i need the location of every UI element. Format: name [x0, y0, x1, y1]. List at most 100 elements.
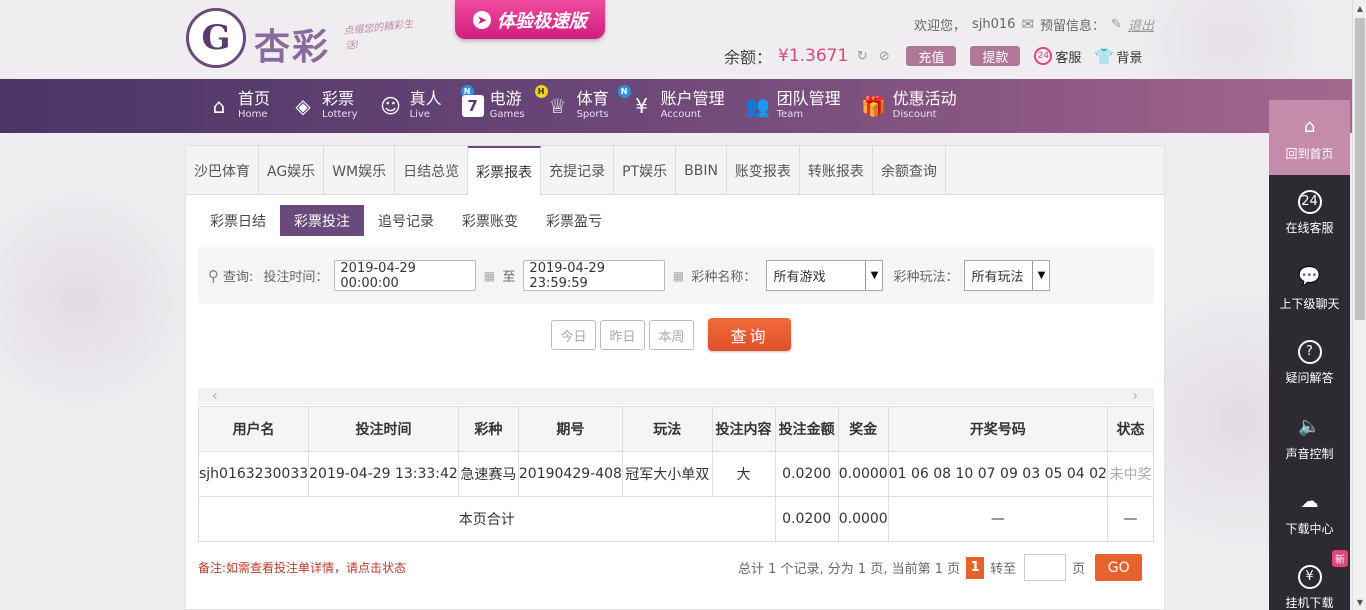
query-button[interactable]: 查询 — [708, 318, 791, 351]
tab-ag[interactable]: AG娱乐 — [259, 146, 325, 195]
mail-icon[interactable]: ✉ — [1021, 15, 1034, 33]
column-header: 玩法 — [621, 406, 713, 452]
end-time-input[interactable]: 2019-04-29 23:59:59 — [523, 260, 666, 291]
filter-bar: ⚲ 查询: 投注时间： 2019-04-29 00:00:00 ▦ 至 2019… — [198, 247, 1154, 304]
start-time-input[interactable]: 2019-04-29 00:00:00 — [334, 260, 477, 291]
nav-label: 彩票 — [322, 89, 355, 109]
lottery-ticket-icon: ◈ — [295, 94, 311, 118]
table-row: sjh0163230033 2019-04-29 13:33:42 急速赛马 2… — [197, 451, 1155, 497]
nav-games[interactable]: 7 电游 Games H — [456, 79, 548, 133]
tab-wm[interactable]: WM娱乐 — [324, 146, 396, 195]
nav-label: 团队管理 — [776, 89, 841, 109]
nav-sublabel: Sports — [576, 109, 609, 121]
report-panel: 沙巴体育 AG娱乐 WM娱乐 日结总览 彩票报表 充提记录 PT娱乐 BBIN … — [185, 145, 1165, 610]
tab-pt[interactable]: PT娱乐 — [614, 146, 677, 195]
team-icon: 👥 — [745, 94, 771, 118]
welcome-bar: 欢迎您， sjh016 ✉ 预留信息： ✎ 退出 — [914, 14, 1154, 34]
tab-saba-sports[interactable]: 沙巴体育 — [186, 146, 259, 195]
trophy-icon: ♕ — [548, 94, 567, 118]
home-icon: ⌂ — [212, 94, 226, 118]
column-header: 投注内容 — [711, 406, 776, 452]
cell-status-link[interactable]: 未中奖 — [1106, 451, 1155, 497]
chevron-right-icon[interactable]: › — [1132, 388, 1138, 405]
speed-version-button[interactable]: ➤ 体验极速版 — [455, 0, 605, 39]
tab-bbin[interactable]: BBIN — [676, 146, 727, 195]
cell-play: 冠军大小单双 — [621, 451, 713, 497]
background-link[interactable]: 👕 背景 — [1094, 47, 1142, 66]
go-button[interactable]: GO — [1095, 554, 1143, 581]
tab-account-change[interactable]: 账变报表 — [727, 146, 800, 195]
current-page-button[interactable]: 1 — [966, 556, 985, 579]
scroll-up-icon[interactable]: ▲ — [1353, 0, 1366, 16]
sidebar-item-home[interactable]: ⌂ 回到首页 — [1269, 100, 1350, 175]
query-label: 查询: — [223, 270, 254, 285]
page-number-input[interactable] — [1024, 554, 1067, 581]
sidebar-item-sound[interactable]: 🔈 声音控制 — [1269, 400, 1350, 475]
refresh-icon[interactable]: ↻ — [854, 48, 870, 64]
horizontal-scroll-strip[interactable]: ‹ › — [198, 388, 1154, 405]
search-icon: ⚲ — [208, 266, 219, 285]
nav-sublabel: Team — [776, 109, 804, 121]
yesterday-button[interactable]: 昨日 — [600, 320, 645, 350]
nav-live[interactable]: ☺ 真人 Live N — [372, 79, 474, 133]
edit-icon[interactable]: ✎ — [1111, 17, 1122, 32]
logo-text: 杏彩 — [254, 27, 331, 68]
eye-hide-icon[interactable]: ⊘ — [876, 48, 892, 64]
cell-bet-content: 大 — [711, 451, 776, 497]
game-select[interactable]: 所有游戏 ▼ — [766, 260, 884, 291]
sidebar-item-download[interactable]: ☁ 下载中心 — [1269, 475, 1350, 550]
sidebar-item-idle-download[interactable]: 新 ¥ 挂机下载 — [1269, 550, 1350, 610]
withdraw-button[interactable]: 提款 — [970, 46, 1021, 66]
table-note: 备注:如需查看投注单详情，请点击状态 — [198, 561, 407, 575]
recharge-button[interactable]: 充值 — [906, 46, 957, 66]
nav-home[interactable]: ⌂ 首页 Home — [200, 79, 284, 133]
nav-team[interactable]: 👥 团队管理 Team — [739, 79, 855, 133]
column-header: 状态 — [1106, 406, 1155, 452]
calendar-icon[interactable]: ▦ — [671, 269, 685, 283]
logo-emblem-icon: G — [186, 8, 246, 68]
nav-sports[interactable]: ♕ 体育 Sports N — [539, 79, 631, 133]
tab-deposit-withdraw[interactable]: 充提记录 — [541, 146, 615, 195]
logout-link[interactable]: 退出 — [1128, 15, 1154, 34]
site-logo[interactable]: G 杏彩 点缀您的精彩生活! — [186, 8, 426, 72]
scrollbar-thumb[interactable] — [1355, 18, 1365, 320]
balance-row: 余额： ¥1.3671 ↻ ⊘ 充值 提款 24 客服 👕 背景 — [724, 44, 1142, 68]
chevron-left-icon[interactable]: ‹ — [212, 388, 218, 405]
main-nav: ⌂ 首页 Home ◈ 彩票 Lottery ☺ 真人 Live N 7 电游 Game… — [0, 79, 1352, 133]
subtab-lottery-profit-loss[interactable]: 彩票盈亏 — [532, 205, 616, 236]
customer-service-link[interactable]: 24 客服 — [1034, 47, 1081, 66]
tab-daily-overview[interactable]: 日结总览 — [395, 146, 469, 195]
cell-winning-numbers: 01 06 08 10 07 09 03 05 04 02 — [887, 451, 1108, 497]
tab-lottery-report[interactable]: 彩票报表 — [468, 146, 542, 196]
nav-sublabel: Live — [409, 109, 430, 121]
bet-time-label: 投注时间： — [263, 270, 329, 285]
to-label: 至 — [502, 270, 516, 285]
headset-icon: 24 — [1297, 189, 1322, 214]
nav-lottery[interactable]: ◈ 彩票 Lottery — [284, 79, 372, 133]
page-scrollbar[interactable]: ▲ ▼ — [1352, 0, 1366, 610]
cloud-download-icon: ☁ — [1300, 491, 1319, 512]
sidebar-item-online-service[interactable]: 24 在线客服 — [1269, 175, 1350, 250]
sidebar-item-chat[interactable]: 💬 上下级聊天 — [1269, 250, 1350, 325]
play-type-label: 彩种玩法： — [893, 270, 959, 285]
this-week-button[interactable]: 本周 — [649, 320, 694, 350]
subtab-lottery-bets[interactable]: 彩票投注 — [280, 205, 364, 236]
balance-label: 余额： — [724, 48, 773, 67]
nav-sublabel: Home — [238, 109, 268, 121]
subtab-lottery-account-change[interactable]: 彩票账变 — [448, 205, 532, 236]
nav-account[interactable]: ¥ 账户管理 Account — [623, 79, 739, 133]
subtab-lottery-daily[interactable]: 彩票日结 — [196, 205, 280, 236]
calendar-icon[interactable]: ▦ — [482, 269, 496, 283]
sidebar-item-label: 在线客服 — [1285, 220, 1334, 235]
cell-bet-time: 2019-04-29 13:33:42 — [308, 451, 459, 497]
nav-discount[interactable]: 🎁 优惠活动 Discount — [855, 79, 971, 133]
summary-amount: 0.0200 — [774, 496, 839, 542]
sidebar-item-faq[interactable]: ? 疑问解答 — [1269, 325, 1350, 400]
tab-transfer-report[interactable]: 转账报表 — [800, 146, 873, 195]
tab-balance-query[interactable]: 余额查询 — [873, 146, 946, 195]
play-type-select[interactable]: 所有玩法 ▼ — [964, 260, 1051, 291]
nav-sublabel: Discount — [892, 109, 937, 121]
scroll-down-icon[interactable]: ▼ — [1353, 594, 1366, 610]
subtab-chase-records[interactable]: 追号记录 — [364, 205, 448, 236]
today-button[interactable]: 今日 — [551, 320, 596, 350]
